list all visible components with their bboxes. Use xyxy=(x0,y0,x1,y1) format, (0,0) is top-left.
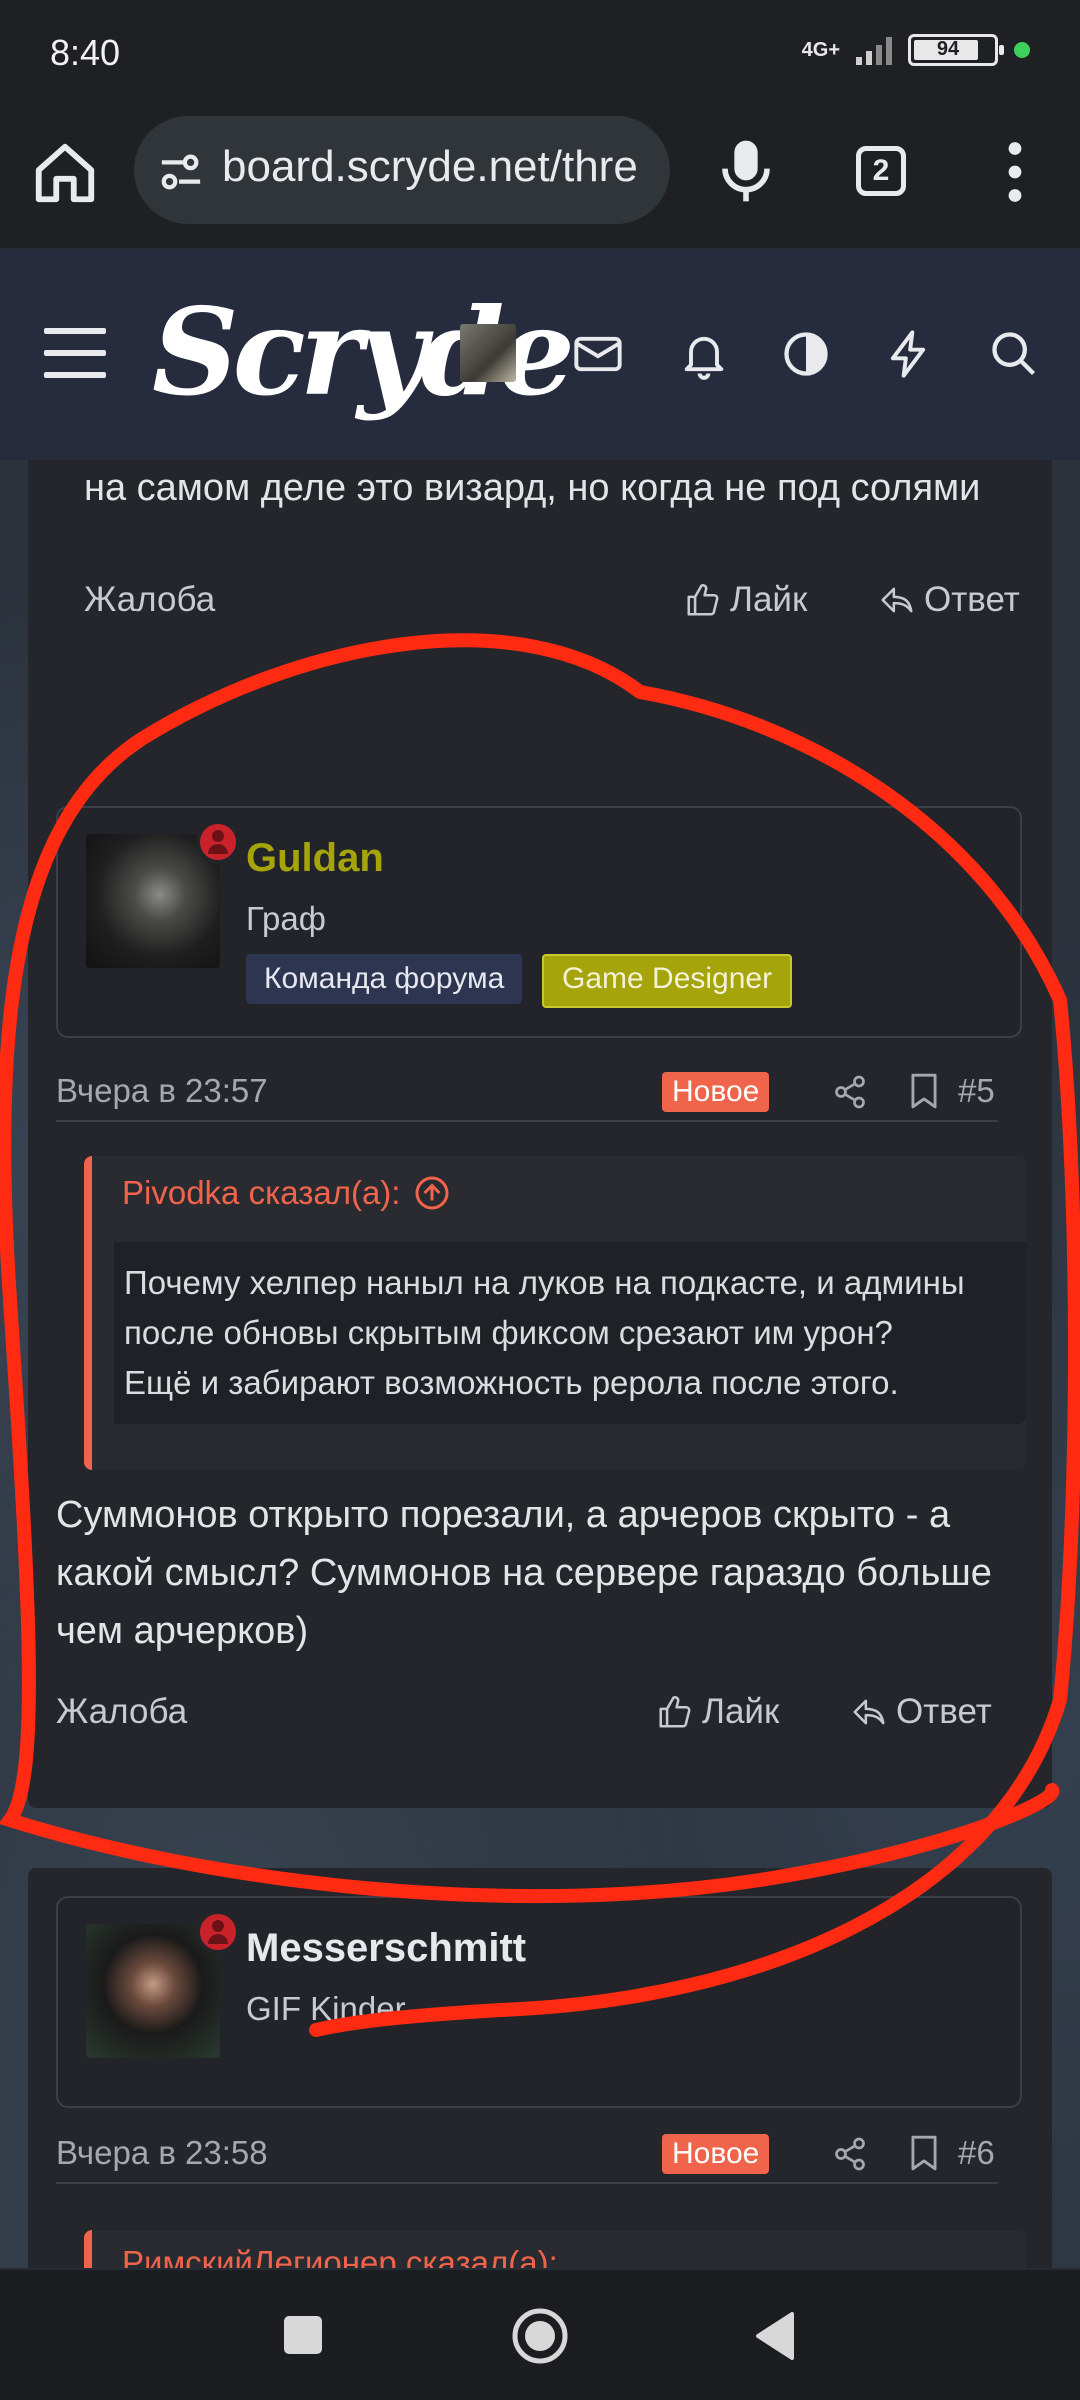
share-icon[interactable] xyxy=(832,1074,868,1110)
quote-text: Почему хелпер наныл на луков на подкасте… xyxy=(114,1242,1026,1424)
recent-apps-icon[interactable] xyxy=(284,2316,322,2354)
privacy-indicator-icon xyxy=(1014,42,1030,58)
search-icon[interactable] xyxy=(988,328,1040,380)
user-badge: Команда форума xyxy=(246,954,523,1004)
thumbs-up-icon xyxy=(687,584,719,616)
network-type: 4G+ xyxy=(801,39,840,61)
home-button-icon[interactable] xyxy=(510,2306,570,2366)
like-label: Лайк xyxy=(702,1692,780,1731)
bookmark-icon[interactable] xyxy=(908,2134,940,2172)
user-info-box: Messerschmitt GIF Kinder xyxy=(56,1896,1022,2108)
reply-button[interactable]: Ответ xyxy=(850,1682,992,1742)
reply-icon xyxy=(853,1699,885,1725)
user-badge: Game Designer xyxy=(542,954,793,1008)
post-actions: Жалоба Лайк Ответ xyxy=(56,1682,996,1742)
bell-icon[interactable] xyxy=(678,328,730,380)
site-header: Scryde xyxy=(0,250,1080,460)
battery-level: 94 xyxy=(936,38,960,60)
back-icon[interactable] xyxy=(752,2310,798,2362)
user-avatar[interactable] xyxy=(460,324,516,382)
report-button[interactable]: Жалоба xyxy=(84,570,215,630)
post-meta: Вчера в 23:57 Новое #5 xyxy=(56,1062,998,1122)
mail-icon[interactable] xyxy=(572,328,624,380)
tab-switcher-button[interactable]: 2 xyxy=(856,146,906,196)
quote-text-content: Почему хелпер наныл на луков на подкасте… xyxy=(124,1264,965,1401)
home-icon[interactable] xyxy=(30,138,100,208)
hamburger-menu-icon[interactable] xyxy=(44,328,106,378)
reply-icon xyxy=(881,587,913,613)
quote-header[interactable]: Pivodka сказал(а): xyxy=(122,1174,450,1212)
status-icons: 4G+ 94 xyxy=(802,34,1030,66)
post-card: Messerschmitt GIF Kinder Вчера в 23:58 Н… xyxy=(28,1868,1052,2268)
post-number[interactable]: #6 xyxy=(958,2124,995,2182)
theme-toggle-icon[interactable] xyxy=(780,328,832,380)
more-menu-icon[interactable] xyxy=(1000,140,1030,204)
address-bar[interactable]: board.scryde.net/thre xyxy=(134,116,670,224)
like-button[interactable]: Лайк xyxy=(656,1682,779,1742)
like-label: Лайк xyxy=(730,580,808,619)
reply-label: Ответ xyxy=(896,1692,992,1731)
microphone-icon[interactable] xyxy=(718,136,774,206)
lightning-icon[interactable] xyxy=(882,328,934,380)
new-badge: Новое xyxy=(662,2134,770,2174)
post-card: Guldan Граф Команда форума Game Designer… xyxy=(28,778,1052,1808)
thread-content: на самом деле это визард, но когда не по… xyxy=(0,460,1080,2268)
username[interactable]: Guldan xyxy=(246,836,384,881)
post-meta: Вчера в 23:58 Новое #6 xyxy=(56,2124,998,2184)
quote-author[interactable]: Pivodka сказал(а): xyxy=(122,1174,400,1212)
new-badge: Новое xyxy=(662,1072,770,1112)
post-actions: Жалоба Лайк Ответ xyxy=(84,570,1024,630)
signal-icon xyxy=(856,35,892,65)
quote-author[interactable]: РимскийЛегионер сказал(а): xyxy=(122,2244,558,2268)
like-button[interactable]: Лайк xyxy=(684,570,807,630)
status-time: 8:40 xyxy=(50,32,121,73)
browser-toolbar: board.scryde.net/thre 2 xyxy=(0,108,1080,248)
battery-icon: 94 xyxy=(908,34,1004,66)
user-title: GIF Kinder xyxy=(246,1990,406,2027)
online-status-icon xyxy=(196,820,240,864)
username[interactable]: Messerschmitt xyxy=(246,1926,526,1971)
post-text: на самом деле это визард, но когда не по… xyxy=(84,467,981,509)
system-nav-bar xyxy=(0,2270,1080,2400)
site-settings-icon[interactable] xyxy=(158,152,204,192)
post-number[interactable]: #5 xyxy=(958,1062,995,1120)
share-icon[interactable] xyxy=(832,2136,868,2172)
post-date[interactable]: Вчера в 23:58 xyxy=(56,2124,268,2182)
quote-block: Pivodka сказал(а): Почему хелпер наныл н… xyxy=(84,1156,1026,1470)
quote-header[interactable]: РимскийЛегионер сказал(а): xyxy=(122,2244,558,2268)
status-bar: 8:40 4G+ 94 xyxy=(0,0,1080,108)
quote-block: РимскийЛегионер сказал(а): xyxy=(84,2230,1026,2268)
thumbs-up-icon xyxy=(659,1696,691,1728)
post-text: Суммонов открыто порезали, а арчеров скр… xyxy=(56,1494,992,1652)
arrow-up-circle-icon[interactable] xyxy=(414,1175,450,1211)
user-title: Граф xyxy=(246,900,326,937)
url-text[interactable]: board.scryde.net/thre xyxy=(222,142,652,192)
post-date[interactable]: Вчера в 23:57 xyxy=(56,1062,268,1120)
report-button[interactable]: Жалоба xyxy=(56,1682,187,1742)
user-info-box: Guldan Граф Команда форума Game Designer xyxy=(56,806,1022,1038)
reply-label: Ответ xyxy=(924,580,1020,619)
reply-button[interactable]: Ответ xyxy=(878,570,1020,630)
bookmark-icon[interactable] xyxy=(908,1072,940,1110)
online-status-icon xyxy=(196,1910,240,1954)
